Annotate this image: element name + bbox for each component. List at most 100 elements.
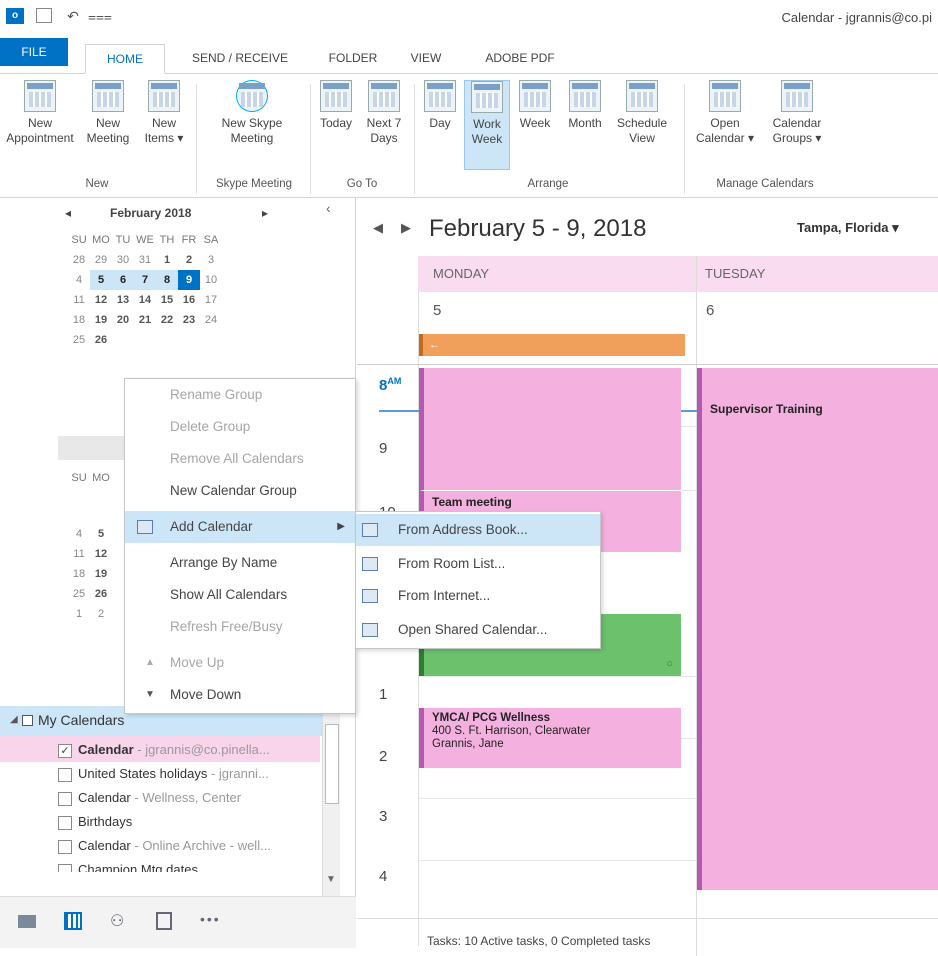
calendar-item[interactable]: United States holidays - jgranni... <box>58 762 316 786</box>
day-cell[interactable]: 7 <box>134 270 156 290</box>
people-icon[interactable]: ⚇ <box>110 911 124 931</box>
calendar-item[interactable]: Birthdays <box>58 810 316 834</box>
tab-folder[interactable]: FOLDER <box>318 44 388 74</box>
submenu-from-room-list[interactable]: From Room List... <box>356 548 600 580</box>
calendar-item[interactable]: Calendar - Wellness, Center <box>58 786 316 810</box>
day-cell[interactable]: 24 <box>200 310 222 330</box>
next-week-arrow[interactable]: ▶ <box>401 220 411 236</box>
next-month-arrow[interactable]: ▸ <box>262 206 268 220</box>
move-down-icon: ▼ <box>145 689 155 700</box>
day-view-button[interactable]: Day <box>418 80 462 131</box>
calendar-icon[interactable] <box>64 912 82 930</box>
day-cell[interactable]: 23 <box>178 310 200 330</box>
new-meeting-button[interactable]: New Meeting <box>80 80 136 146</box>
tab-file[interactable]: FILE <box>0 38 68 66</box>
new-appointment-button[interactable]: New Appointment <box>0 80 80 146</box>
day-cell[interactable]: 28 <box>68 250 90 270</box>
day-cell[interactable]: 4 <box>68 270 90 290</box>
open-calendar-button[interactable]: Open Calendar ▾ <box>690 80 760 146</box>
tasks-summary[interactable]: Tasks: 10 Active tasks, 0 Completed task… <box>427 934 650 948</box>
day-cell[interactable]: 6 <box>112 270 134 290</box>
group-label-skype: Skype Meeting <box>215 178 293 190</box>
all-day-event[interactable]: ← <box>419 334 685 356</box>
day-cell[interactable]: 31 <box>134 250 156 270</box>
day-cell[interactable]: 22 <box>156 310 178 330</box>
submenu-open-shared-calendar[interactable]: Open Shared Calendar... <box>356 614 600 646</box>
day-cell[interactable]: 11 <box>68 290 90 310</box>
menu-item-move-up[interactable]: ▲ Move Up <box>125 647 355 679</box>
work-week-view-button[interactable]: Work Week <box>464 80 510 170</box>
event-supervisor-training[interactable]: Supervisor Training <box>697 368 938 890</box>
day-cell-today[interactable]: 9 <box>178 270 200 290</box>
calendar-groups-button[interactable]: Calendar Groups ▾ <box>762 80 832 146</box>
menu-item-show-all-calendars[interactable]: Show All Calendars <box>125 579 355 611</box>
calendar-checkbox[interactable] <box>58 791 72 806</box>
calendar-checkbox[interactable] <box>58 815 72 830</box>
scrollbar-thumb[interactable] <box>325 724 339 804</box>
event-ymca-wellness[interactable]: YMCA/ PCG Wellness 400 S. Ft. Harrison, … <box>419 708 681 768</box>
calendar-checkbox[interactable] <box>58 767 72 782</box>
tab-send-receive[interactable]: SEND / RECEIVE <box>175 44 305 74</box>
menu-item-rename-group[interactable]: Rename Group <box>125 379 355 411</box>
day-cell[interactable]: 29 <box>90 250 112 270</box>
calendar-item[interactable]: ✓ Calendar - jgrannis@co.pinella... <box>58 738 316 762</box>
menu-item-remove-all-calendars[interactable]: Remove All Calendars <box>125 443 355 475</box>
day-cell[interactable]: 25 <box>68 330 90 350</box>
day-cell[interactable]: 13 <box>112 290 134 310</box>
menu-item-delete-group[interactable]: Delete Group <box>125 411 355 443</box>
group-checkbox[interactable] <box>22 715 33 726</box>
day-cell[interactable]: 16 <box>178 290 200 310</box>
calendar-checkbox[interactable] <box>58 863 72 872</box>
submenu-from-internet[interactable]: From Internet... <box>356 580 600 612</box>
tab-view[interactable]: VIEW <box>396 44 456 74</box>
month-view-icon <box>569 80 601 112</box>
day-cell[interactable]: 10 <box>200 270 222 290</box>
menu-item-arrange-by-name[interactable]: Arrange By Name <box>125 547 355 579</box>
scroll-down-arrow[interactable]: ▼ <box>326 874 336 885</box>
day-cell[interactable]: 17 <box>200 290 222 310</box>
undo-icon[interactable]: ↶ <box>64 8 82 24</box>
day-cell[interactable]: 12 <box>90 290 112 310</box>
new-items-button[interactable]: New Items ▾ <box>136 80 192 146</box>
day-cell[interactable]: 3 <box>200 250 222 270</box>
mail-icon[interactable] <box>18 915 36 928</box>
calendar-item[interactable]: Champion Mtg dates <box>58 858 316 872</box>
tasks-icon[interactable] <box>156 912 172 930</box>
calendar-checkbox[interactable] <box>58 839 72 854</box>
menu-item-add-calendar[interactable]: Add Calendar ▶ <box>125 511 355 543</box>
day-cell[interactable]: 21 <box>134 310 156 330</box>
weather-location[interactable]: Tampa, Florida ▾ <box>797 220 899 236</box>
more-icon[interactable]: ••• <box>200 911 221 927</box>
schedule-view-button[interactable]: Schedule View <box>610 80 674 146</box>
calendar-item[interactable]: Calendar - Online Archive - well... <box>58 834 316 858</box>
day-cell[interactable]: 30 <box>112 250 134 270</box>
day-cell[interactable]: 8 <box>156 270 178 290</box>
tab-adobe-pdf[interactable]: ADOBE PDF <box>470 44 570 74</box>
day-cell[interactable]: 2 <box>178 250 200 270</box>
menu-item-new-calendar-group[interactable]: New Calendar Group <box>125 475 355 507</box>
day-cell[interactable]: 19 <box>90 310 112 330</box>
menu-item-refresh-free-busy[interactable]: Refresh Free/Busy <box>125 611 355 643</box>
day-cell[interactable]: 15 <box>156 290 178 310</box>
submenu-from-address-book[interactable]: From Address Book... <box>356 514 600 546</box>
calendar-checkbox[interactable]: ✓ <box>58 743 72 758</box>
prev-month-arrow[interactable]: ◂ <box>65 206 71 220</box>
day-cell[interactable]: 5 <box>90 270 112 290</box>
day-cell[interactable]: 1 <box>156 250 178 270</box>
prev-week-arrow[interactable]: ◀ <box>373 220 383 236</box>
menu-item-move-down[interactable]: ▼ Move Down <box>125 679 355 711</box>
new-skype-meeting-button[interactable]: New Skype Meeting <box>200 80 304 146</box>
next-7-days-button[interactable]: Next 7 Days <box>360 80 408 146</box>
collapse-pane-icon[interactable]: ‹ <box>326 200 331 216</box>
today-button[interactable]: Today <box>312 80 360 131</box>
day-cell[interactable]: 14 <box>134 290 156 310</box>
month-view-button[interactable]: Month <box>560 80 610 131</box>
day-cell[interactable]: 20 <box>112 310 134 330</box>
tab-home[interactable]: HOME <box>85 44 165 74</box>
day-cell[interactable]: 18 <box>68 310 90 330</box>
send-receive-quick-icon[interactable] <box>36 8 52 23</box>
day-cell[interactable]: 26 <box>90 330 112 350</box>
collapse-triangle-icon[interactable]: ◢ <box>10 714 18 725</box>
customize-quick-access-icon[interactable]: ⩶ <box>88 8 112 24</box>
week-view-button[interactable]: Week <box>512 80 558 131</box>
